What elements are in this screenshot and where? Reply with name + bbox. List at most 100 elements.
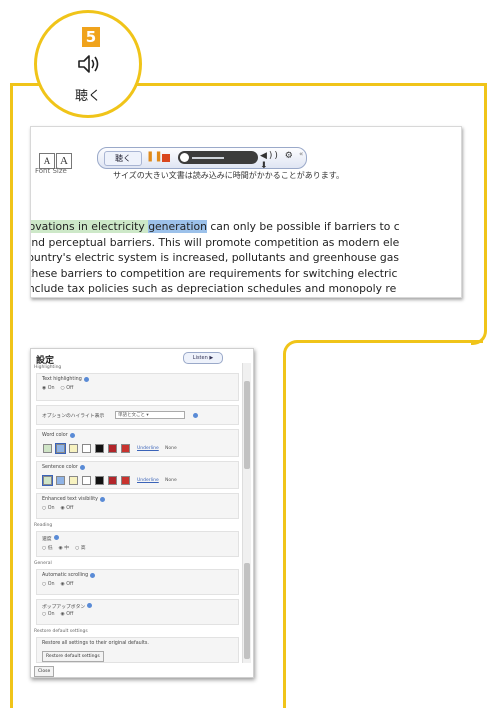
on-option[interactable]: On: [48, 612, 55, 617]
sentence-text: cal innovations in electricity: [31, 220, 145, 233]
setting-label: Automatic scrolling: [42, 573, 96, 578]
frame-inner-corner: [283, 340, 483, 708]
speed-option-mid[interactable]: 中: [64, 546, 69, 551]
font-size-controls: AA: [39, 149, 73, 169]
article-line: mong these barriers to competition are r…: [30, 266, 398, 280]
speaker-icon: [77, 53, 103, 79]
article-line: atory and perceptual barriers. This will…: [30, 235, 400, 249]
underline-link[interactable]: Underline: [137, 478, 159, 483]
section-reading: Reading: [34, 523, 53, 528]
color-swatch-black[interactable]: [95, 444, 104, 453]
progress-slider[interactable]: [178, 151, 258, 164]
on-option[interactable]: On: [48, 506, 55, 511]
settings-listen-button[interactable]: Listen ▶: [183, 352, 223, 364]
color-swatch-darkred[interactable]: [108, 476, 117, 485]
close-button[interactable]: Close: [34, 666, 55, 677]
color-swatch-black[interactable]: [95, 476, 104, 485]
setting-label: Word color: [42, 433, 75, 438]
color-swatch-green[interactable]: [43, 444, 52, 453]
section-general: General: [34, 561, 52, 566]
sentence-rest: can only be possible if barriers to c: [206, 220, 400, 233]
help-icon[interactable]: [83, 377, 89, 382]
on-option[interactable]: On: [48, 386, 55, 391]
section-highlighting: Highlighting: [34, 365, 62, 370]
popup-button-radio[interactable]: ○ On ◉ Off: [42, 612, 79, 617]
sentence-color-label: Sentence color: [42, 465, 78, 470]
highlight-option-label: オプションのハイライト表示: [42, 414, 105, 419]
auto-scroll-radio[interactable]: ○ On ◉ Off: [42, 582, 79, 587]
restore-defaults-button[interactable]: Restore default settings: [42, 651, 104, 662]
setting-label: Sentence color: [42, 465, 85, 470]
help-icon[interactable]: [193, 413, 198, 418]
color-swatch-green[interactable]: [42, 475, 53, 486]
settings-scrollbar[interactable]: [242, 363, 251, 663]
restore-defaults-setting: Restore all settings to their original d…: [36, 637, 239, 663]
color-swatch-yellow[interactable]: [69, 444, 78, 453]
none-option[interactable]: None: [165, 478, 177, 483]
off-option[interactable]: Off: [66, 506, 73, 511]
enhanced-visibility-radio[interactable]: ○ On ◉ Off: [42, 506, 79, 511]
step-number: 5: [82, 27, 100, 47]
speed-setting: 速度 ○ 低 ◉ 中 ○ 高: [36, 531, 239, 557]
listen-button-label: 聴く: [115, 154, 131, 163]
pause-button[interactable]: ❚❚: [146, 151, 163, 162]
frame-right-corner: [471, 83, 487, 345]
enhanced-visibility-label: Enhanced text visibility: [42, 497, 99, 502]
help-icon[interactable]: [79, 465, 85, 470]
underline-link[interactable]: Underline: [137, 446, 159, 451]
listen-button[interactable]: 聴く: [104, 151, 142, 166]
color-swatch-red[interactable]: [121, 444, 130, 453]
off-option[interactable]: Off: [66, 612, 73, 617]
text-highlighting-setting: Text highlighting ◉ On ○ Off: [36, 373, 239, 401]
enhanced-visibility-setting: Enhanced text visibility ○ On ◉ Off: [36, 493, 239, 519]
speed-option-high[interactable]: 高: [81, 546, 86, 551]
popup-button-label: ポップアップボタン: [42, 605, 86, 610]
speed-label: 速度: [42, 537, 52, 542]
word-highlight: generation: [148, 220, 207, 233]
progress-slider-knob[interactable]: [180, 153, 189, 162]
scrollbar-thumb-lower[interactable]: [244, 563, 250, 659]
section-restore: Restore default settings: [34, 629, 88, 634]
settings-panel: 設定 Listen ▶ Highlighting Text highlighti…: [30, 348, 254, 678]
none-option[interactable]: None: [165, 446, 177, 451]
scrollbar-thumb[interactable]: [244, 381, 250, 469]
article-text: cal innovations in electricity generatio…: [30, 219, 461, 297]
stop-button[interactable]: [162, 154, 170, 162]
off-option[interactable]: Off: [66, 386, 73, 391]
color-swatch-yellow[interactable]: [69, 476, 78, 485]
color-swatch-blue[interactable]: [56, 476, 65, 485]
text-highlighting-label: Text highlighting: [42, 377, 82, 382]
color-swatch-red[interactable]: [121, 476, 130, 485]
speed-option-low[interactable]: 低: [48, 546, 53, 551]
sentence-highlight: cal innovations in electricity generatio…: [31, 220, 207, 233]
article-line: f the country's electric system is incre…: [30, 251, 400, 264]
help-icon[interactable]: [69, 433, 75, 438]
color-swatch-darkred[interactable]: [108, 444, 117, 453]
collapse-icon[interactable]: «: [299, 150, 303, 158]
font-size-label: Font Size: [35, 167, 67, 175]
progress-track: [192, 157, 224, 159]
on-option[interactable]: On: [48, 582, 55, 587]
auto-scroll-setting: Automatic scrolling ○ On ◉ Off: [36, 569, 239, 595]
color-swatch-white[interactable]: [82, 444, 91, 453]
color-swatch-blue[interactable]: [55, 443, 66, 454]
listen-badge: 5 聴く: [34, 10, 142, 118]
text-highlighting-radio[interactable]: ◉ On ○ Off: [42, 386, 79, 391]
auto-scroll-label: Automatic scrolling: [42, 573, 89, 578]
help-icon[interactable]: [87, 603, 93, 608]
help-icon[interactable]: [53, 535, 59, 540]
speed-radio[interactable]: ○ 低 ◉ 中 ○ 高: [42, 544, 92, 551]
article-line: cal innovations in electricity generatio…: [31, 219, 461, 235]
highlight-option-select[interactable]: 単語と文ごと ▾: [115, 411, 185, 419]
help-icon[interactable]: [100, 497, 106, 502]
off-option[interactable]: Off: [66, 582, 73, 587]
sentence-color-setting: Sentence color Underline None: [36, 461, 239, 489]
article-line: rriers include tax policies such as depr…: [30, 282, 397, 295]
word-color-setting: Word color Underline None: [36, 429, 239, 457]
restore-text: Restore all settings to their original d…: [42, 641, 149, 646]
help-icon[interactable]: [90, 573, 96, 578]
highlight-option-value: 単語と文ごと: [118, 413, 145, 418]
readspeaker-toolbar: 聴く ❚❚ ◀)) ⚙ ⬇: [97, 147, 307, 171]
frame-left-line: [10, 83, 13, 708]
color-swatch-white[interactable]: [82, 476, 91, 485]
